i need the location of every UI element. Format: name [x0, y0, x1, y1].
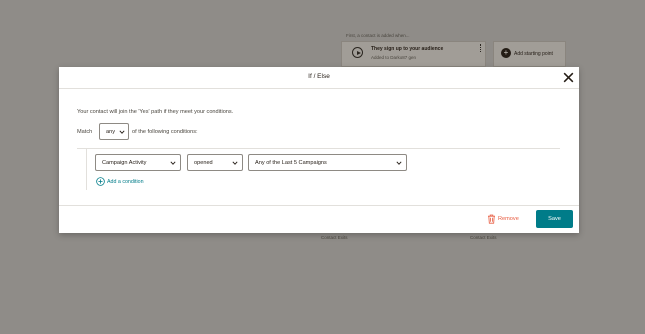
match-suffix: of the following conditions: [132, 129, 198, 135]
match-label: Match [77, 129, 93, 135]
trigger-caption: First, a contact is added when... [346, 33, 410, 38]
save-button[interactable]: Save [536, 210, 573, 228]
chevron-down-icon [170, 161, 176, 165]
condition-value-select[interactable]: Any of the Last 5 Campaigns [248, 154, 407, 171]
condition-field-value: Campaign Activity [102, 160, 147, 166]
play-icon [352, 47, 363, 58]
modal-title: If / Else [308, 73, 330, 80]
trigger-title: They sign up to your audience [371, 46, 444, 52]
modal-header: If / Else [59, 67, 579, 89]
condition-operator-select[interactable]: opened [187, 154, 243, 171]
close-icon [563, 72, 574, 83]
footer-divider [59, 205, 579, 206]
if-else-modal: If / Else Your contact will join the 'Ye… [59, 67, 579, 233]
contact-exits-label-left: Contact Exits [321, 235, 348, 240]
plus-circle-icon [96, 177, 105, 186]
chevron-down-icon [119, 130, 125, 134]
section-divider [77, 148, 560, 149]
chevron-down-icon [396, 161, 402, 165]
condition-value-value: Any of the Last 5 Campaigns [255, 160, 327, 166]
trigger-subtitle: Added to Darko87 gen [371, 55, 417, 60]
remove-label: Remove [498, 216, 519, 222]
trash-icon [488, 214, 495, 224]
condition-operator-value: opened [194, 160, 213, 166]
more-options-icon[interactable] [480, 44, 481, 52]
plus-icon: + [501, 48, 511, 58]
intro-text: Your contact will join the 'Yes' path if… [77, 109, 234, 115]
close-button[interactable] [562, 71, 575, 84]
chevron-down-icon [232, 161, 238, 165]
add-starting-point-label: Add starting point [514, 51, 553, 57]
condition-group-rule [86, 148, 87, 190]
match-select-value: any [106, 129, 116, 135]
match-select[interactable]: any [99, 123, 129, 140]
condition-field-select[interactable]: Campaign Activity [95, 154, 181, 171]
add-condition-label: Add a condition [107, 179, 144, 185]
contact-exits-label-right: Contact Exits [470, 235, 497, 240]
